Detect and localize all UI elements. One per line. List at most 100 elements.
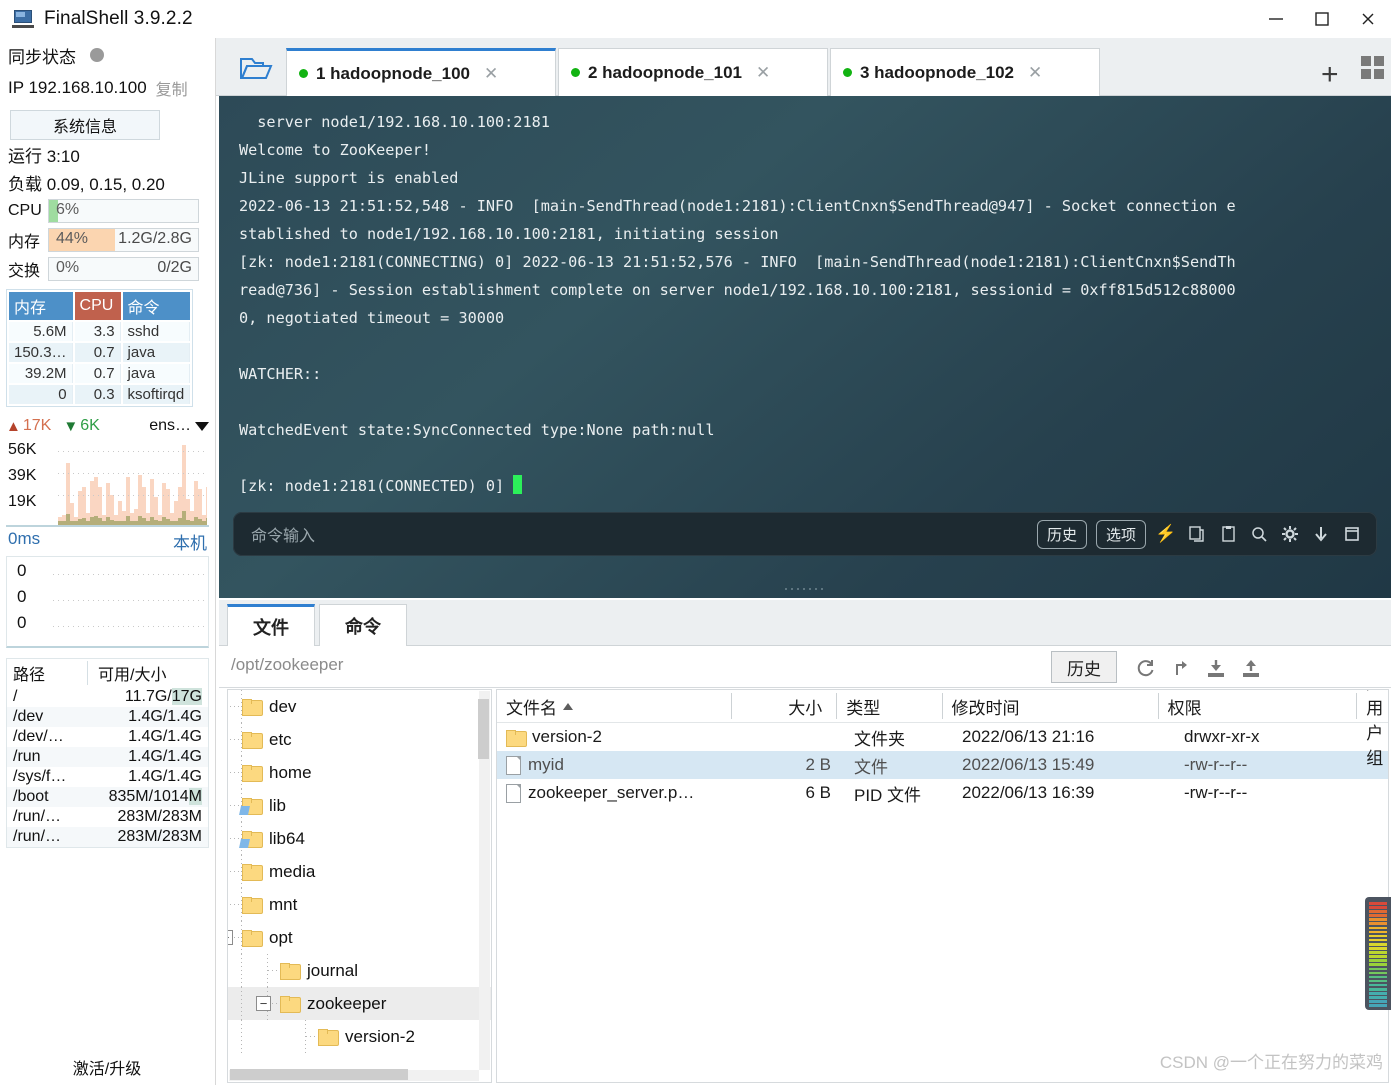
paste-icon[interactable]: [1217, 523, 1239, 545]
meter-value-mem: 1.2G/2.8G: [118, 229, 192, 247]
disk-row[interactable]: /dev 1.4G/1.4G: [7, 707, 208, 727]
tree-node-dev[interactable]: dev: [228, 690, 491, 723]
command-input-bar[interactable]: 命令输入 历史 选项 ⚡: [233, 512, 1377, 556]
file-history-button[interactable]: 历史: [1051, 651, 1117, 683]
meter-segment: [1369, 942, 1387, 946]
tree-hscroll-thumb[interactable]: [230, 1069, 408, 1080]
file-mtime: 2022/06/13 21:16: [962, 727, 1095, 746]
symlink-badge-icon: [239, 806, 250, 815]
process-header-0[interactable]: 内存: [9, 292, 73, 320]
download-icon[interactable]: [1202, 654, 1230, 682]
minimize-icon[interactable]: [1253, 0, 1299, 38]
process-row[interactable]: 5.6M 3.3 sshd: [9, 322, 191, 341]
process-row[interactable]: 150.3… 0.7 java: [9, 343, 191, 362]
close-icon[interactable]: ✕: [1028, 63, 1042, 83]
close-icon[interactable]: ✕: [484, 64, 498, 84]
copy-icon[interactable]: [1186, 523, 1208, 545]
window-icon[interactable]: [1341, 523, 1363, 545]
process-cpu: 0.7: [75, 343, 121, 362]
bolt-icon[interactable]: ⚡: [1155, 523, 1177, 545]
disk-path: /dev/…: [13, 728, 64, 745]
tree-hscrollbar[interactable]: [229, 1069, 479, 1081]
process-table[interactable]: 内存 CPU 命令 5.6M 3.3 sshd 150.3… 0.7 java 39.2M 0.7…: [6, 289, 194, 407]
disk-row[interactable]: /run 1.4G/1.4G: [7, 747, 208, 767]
resource-meters: CPU 6% 内存 44% 1.2G/2.8G 交换 0% 0/2G: [0, 196, 215, 283]
disk-row[interactable]: /run/… 283M/283M: [7, 807, 208, 827]
session-tab-2[interactable]: 2 hadoopnode_101 ✕: [558, 48, 828, 96]
copy-ip-button[interactable]: 复制: [156, 76, 188, 100]
network-upload-value: 17K: [22, 417, 52, 434]
disk-row[interactable]: /run/… 283M/283M: [7, 827, 208, 847]
window-controls: [1253, 0, 1391, 38]
file-row[interactable]: myid2 B文件2022/06/13 15:49-rw-r--r--root/…: [497, 751, 1388, 779]
current-path[interactable]: /opt/zookeeper: [231, 655, 343, 675]
system-info-button[interactable]: 系统信息: [10, 110, 160, 140]
up-directory-icon[interactable]: [1167, 654, 1195, 682]
file-column-header-5[interactable]: 用户/用户组: [1356, 690, 1388, 768]
terminal-options-button[interactable]: 选项: [1095, 519, 1146, 549]
tree-node-lib64[interactable]: lib64: [228, 822, 491, 855]
process-row[interactable]: 39.2M 0.7 java: [9, 364, 191, 383]
new-tab-button[interactable]: +: [1321, 58, 1339, 92]
close-icon[interactable]: [1345, 0, 1391, 38]
disk-row[interactable]: /dev/… 1.4G/1.4G: [7, 727, 208, 747]
tree-vscroll-thumb[interactable]: [478, 699, 489, 759]
command-toolbar: 历史 选项 ⚡: [1036, 519, 1377, 549]
activate-upgrade-link[interactable]: 激活/升级: [0, 1055, 214, 1079]
tab-commands[interactable]: 命令: [319, 604, 407, 646]
tree-expander[interactable]: −: [228, 930, 233, 945]
tree-vscrollbar[interactable]: [478, 691, 490, 1070]
file-icon: [506, 755, 521, 775]
file-column-header-2[interactable]: 类型: [836, 693, 941, 719]
file-column-header-4[interactable]: 权限: [1157, 693, 1357, 719]
refresh-icon[interactable]: [1131, 654, 1159, 682]
terminal-pane[interactable]: server node1/192.168.10.100:2181 Welcome…: [219, 96, 1391, 598]
disk-row[interactable]: /sys/f… 1.4G/1.4G: [7, 767, 208, 787]
file-row[interactable]: zookeeper_server.p… 6 B PID 文件 2022/06/13 1…: [497, 779, 1388, 807]
gear-icon[interactable]: [1279, 523, 1301, 545]
close-icon[interactable]: ✕: [756, 63, 770, 83]
file-column-header-1[interactable]: 大小: [730, 693, 837, 719]
session-tab-1[interactable]: 1 hadoopnode_100 ✕: [286, 48, 556, 96]
tree-node-zookeeper[interactable]: − zookeeper: [228, 987, 491, 1020]
file-list-header[interactable]: 文件名 大小 类型 修改时间 权限 用户/用户组: [497, 690, 1388, 768]
tree-node-opt[interactable]: − opt: [228, 921, 491, 954]
process-row[interactable]: 0 0.3 ksoftirqd: [9, 385, 191, 404]
network-interface-select[interactable]: ens…: [149, 417, 209, 435]
maximize-icon[interactable]: [1299, 0, 1345, 38]
tree-expander[interactable]: −: [256, 996, 271, 1011]
grid-layout-icon[interactable]: [1361, 56, 1387, 82]
upload-icon[interactable]: [1237, 654, 1265, 682]
tab-files[interactable]: 文件: [227, 604, 315, 646]
pane-resize-grip[interactable]: [783, 586, 827, 592]
tree-node-media[interactable]: media: [228, 855, 491, 888]
terminal-history-button[interactable]: 历史: [1036, 519, 1087, 549]
download-icon[interactable]: [1310, 523, 1332, 545]
tree-node-journal[interactable]: journal: [228, 954, 491, 987]
disk-usage-table: 路径 可用/大小 / 11.7G/17G/dev 1.4G/1.4G/dev/… 1.…: [6, 658, 209, 848]
session-tab-3[interactable]: 3 hadoopnode_102 ✕: [830, 48, 1100, 96]
directory-tree[interactable]: dev etc home lib lib64 media mnt − opt journal − zo…: [227, 689, 492, 1083]
command-input-placeholder: 命令输入: [251, 528, 316, 545]
tree-node-mnt[interactable]: mnt: [228, 888, 491, 921]
file-row[interactable]: version-2文件夹2022/06/13 21:16drwxr-xr-xro…: [497, 723, 1388, 751]
disk-row[interactable]: / 11.7G/17G: [7, 687, 208, 707]
finalshell-window: FinalShell 3.9.2.2 同步状态 IP 192.168.10.10…: [0, 0, 1391, 1085]
tree-node-version-2[interactable]: version-2: [228, 1020, 491, 1053]
file-mtime: 2022/06/13 15:49: [962, 755, 1095, 774]
disk-row[interactable]: /boot 835M/1014M: [7, 787, 208, 807]
file-column-header-0[interactable]: 文件名: [497, 693, 731, 719]
file-column-header-3[interactable]: 修改时间: [941, 693, 1158, 719]
process-header-1[interactable]: CPU: [74, 292, 121, 320]
open-folder-icon[interactable]: [234, 50, 278, 86]
file-size: 2 B: [805, 755, 831, 774]
file-list[interactable]: 文件名 大小 类型 修改时间 权限 用户/用户组 version-2 文件夹 2022/06/…: [496, 689, 1389, 1083]
ping-latency: 0ms: [8, 529, 41, 548]
tab-status-dot: [571, 68, 580, 77]
tree-node-home[interactable]: home: [228, 756, 491, 789]
tree-node-etc[interactable]: etc: [228, 723, 491, 756]
process-header-2[interactable]: 命令: [122, 292, 191, 320]
disk-size: 1.4G/1.4G: [128, 768, 202, 785]
search-icon[interactable]: [1248, 523, 1270, 545]
tree-node-lib[interactable]: lib: [228, 789, 491, 822]
